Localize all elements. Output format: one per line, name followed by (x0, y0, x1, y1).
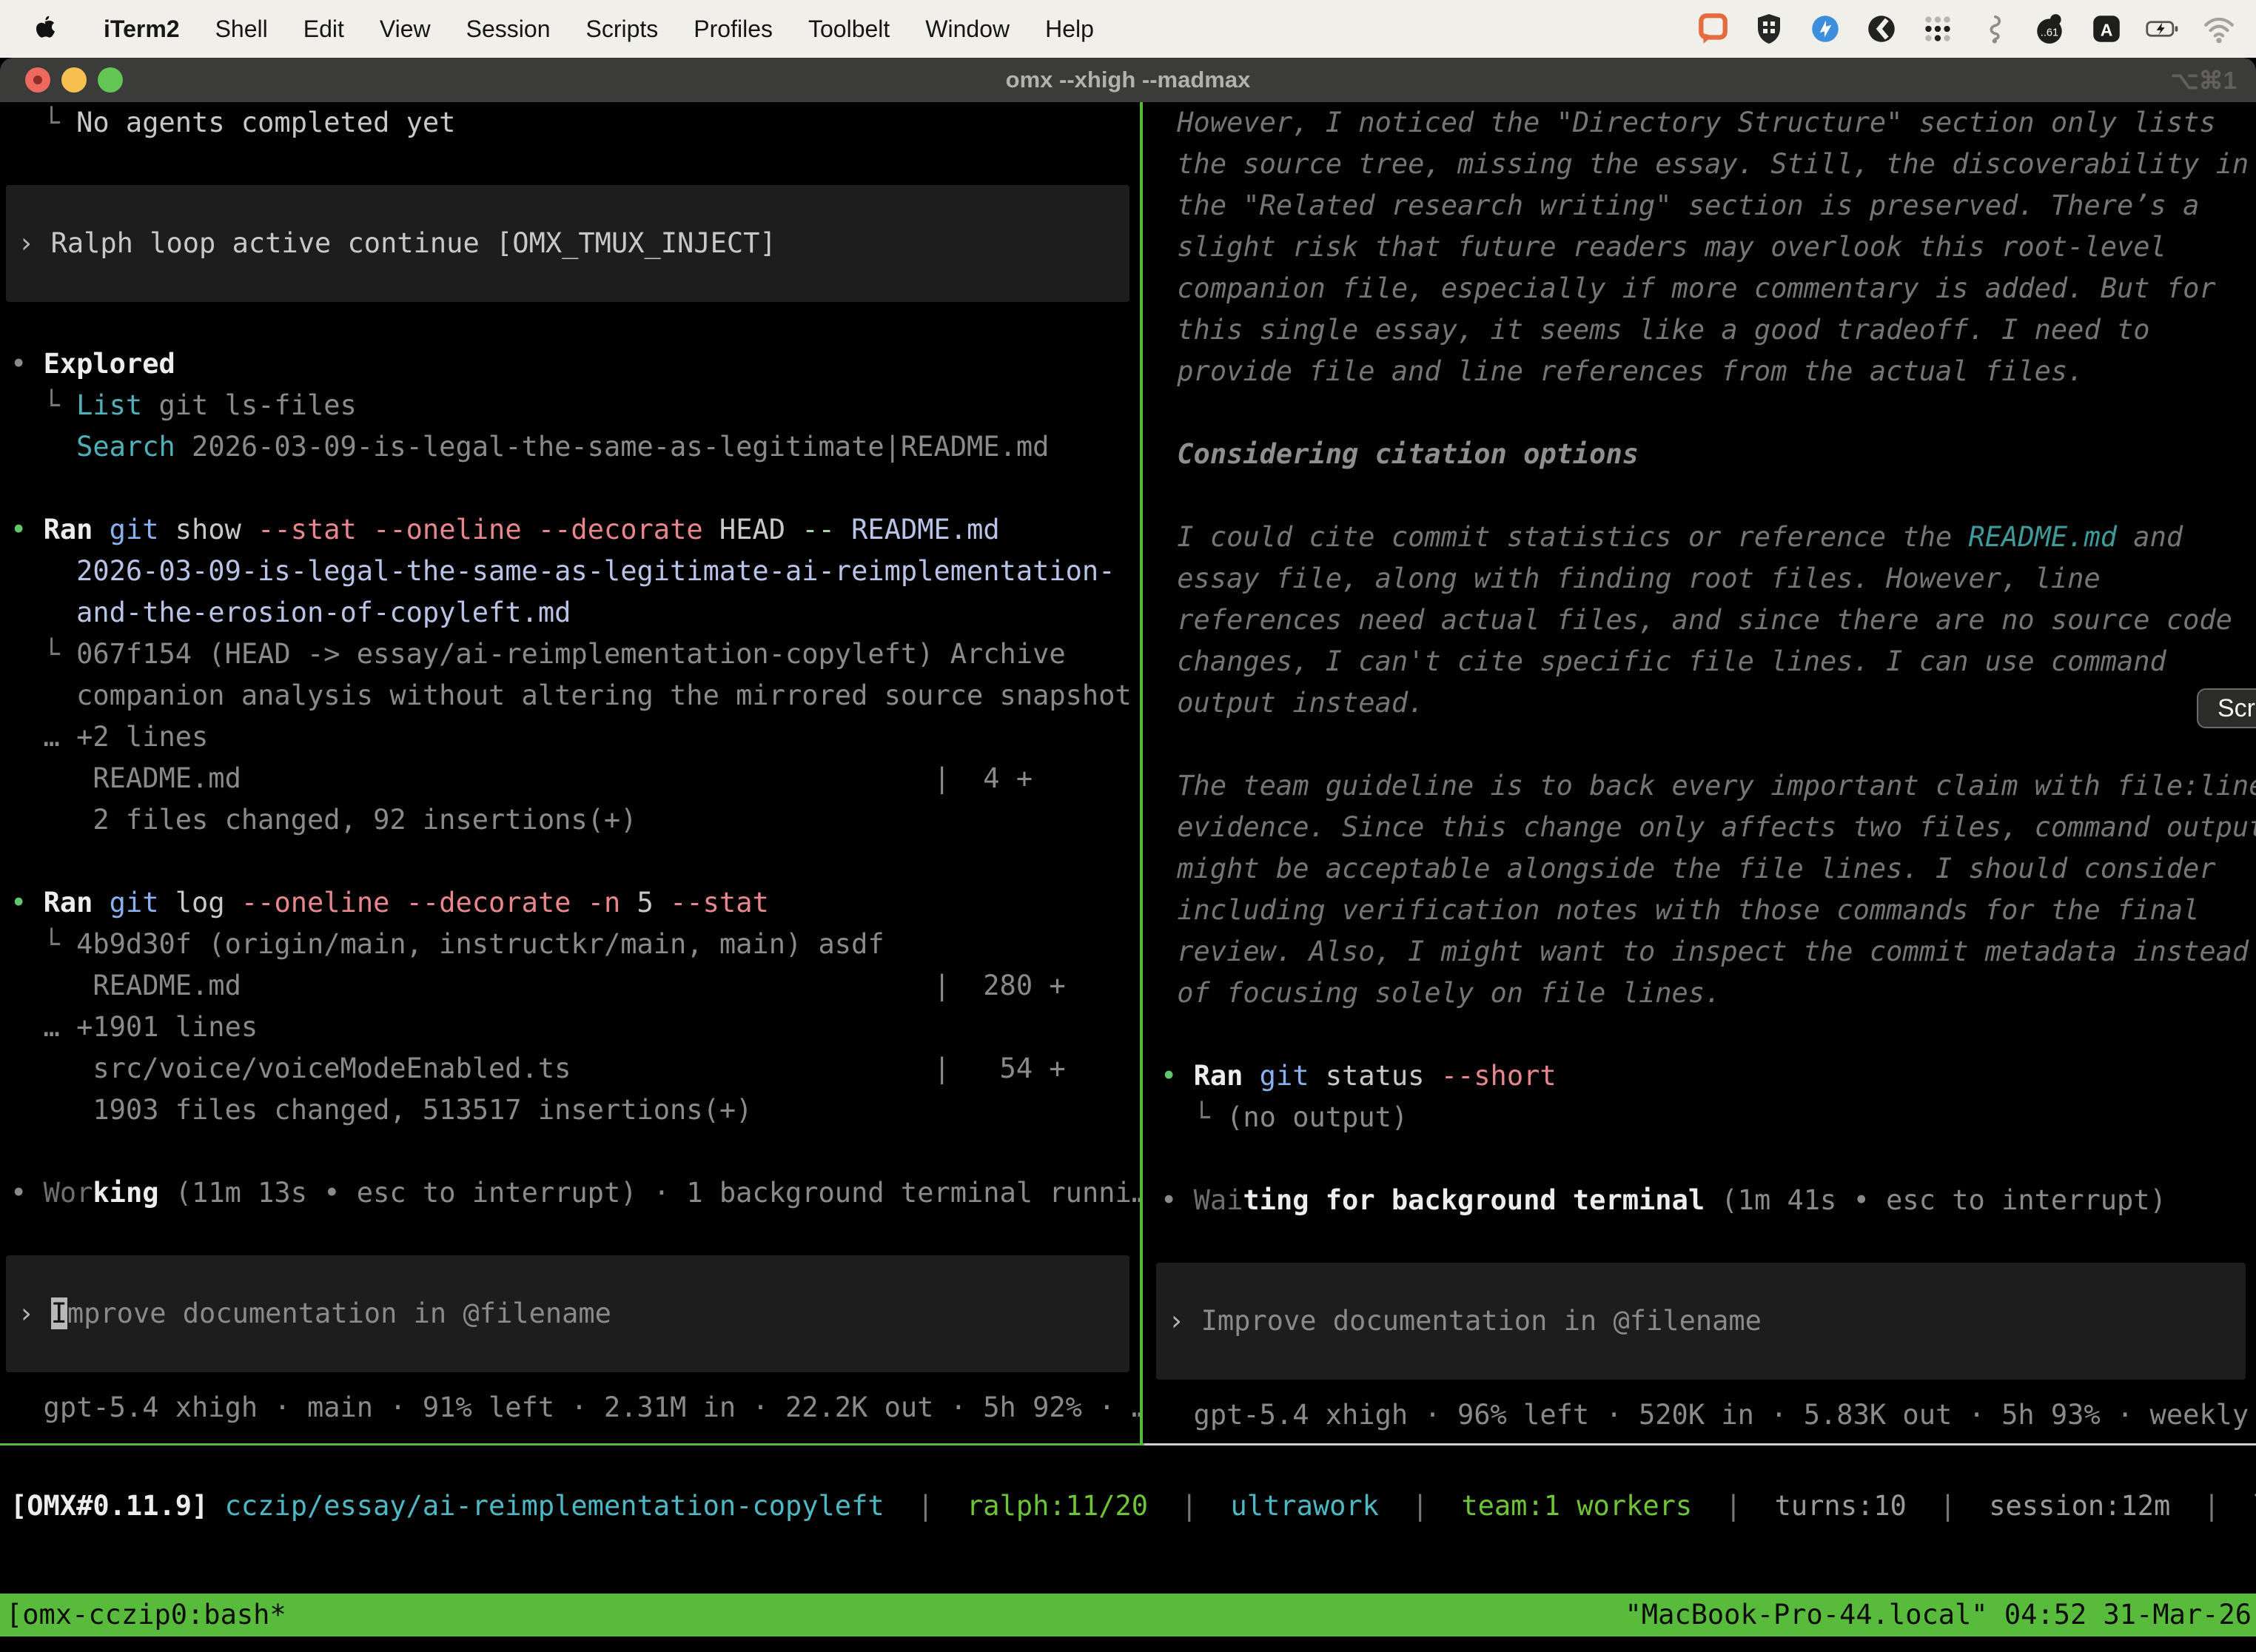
terminal-blank-line (10, 302, 1140, 343)
apple-icon[interactable] (33, 15, 56, 43)
terminal-line: └ 4b9d30f (origin/main, instructkr/main,… (10, 924, 1140, 965)
window-shortcut: ⌥⌘1 (2171, 66, 2237, 95)
terminal-line: README.md | 280 + (10, 965, 1140, 1007)
prompt-input-text: › Ralph loop active continue [OMX_TMUX_I… (18, 223, 776, 264)
chat-app-icon[interactable] (1695, 11, 1730, 47)
kaleidoscope-icon[interactable] (1864, 11, 1899, 47)
screen-popup[interactable]: Scre (2197, 688, 2256, 728)
terminal-line: The team guideline is to back every impo… (1161, 765, 2256, 807)
terminal-pane-right[interactable]: However, I noticed the "Directory Struct… (1144, 102, 2256, 1443)
menu-item-view[interactable]: View (362, 16, 449, 43)
prompt-input[interactable]: › Ralph loop active continue [OMX_TMUX_I… (6, 185, 1129, 302)
tmux-status-bar: [omx-cczip0:bash* "MacBook-Pro-44.local"… (0, 1594, 2256, 1636)
terminal-line: … +2 lines (10, 716, 1140, 758)
model-status-line: gpt-5.4 xhigh · main · 91% left · 2.31M … (10, 1387, 1140, 1428)
terminal-line: slight risk that future readers may over… (1161, 226, 2256, 268)
terminal-blank-line (10, 1131, 1140, 1172)
terminal-line: README.md | 4 + (10, 758, 1140, 799)
terminal-blank-line (1161, 392, 2256, 434)
menu-item-toolbelt[interactable]: Toolbelt (790, 16, 907, 43)
terminal-pane-left[interactable]: └ No agents completed yet › Ralph loop ac… (0, 102, 1140, 1443)
terminal-line: the "Related research writing" section i… (1161, 185, 2256, 226)
terminal-line: review. Also, I might want to inspect th… (1161, 931, 2256, 973)
menu-item-profiles[interactable]: Profiles (676, 16, 790, 43)
terminal-line: I could cite commit statistics or refere… (1161, 517, 2256, 558)
terminal-line: • Ran git log --oneline --decorate -n 5 … (10, 882, 1140, 924)
shield-grid-icon[interactable] (1751, 11, 1787, 47)
terminal-line: • Waiting for background terminal (1m 41… (1161, 1180, 2256, 1221)
terminal-blank-line (1161, 475, 2256, 517)
prompt-input[interactable]: › Improve documentation in @filename (1156, 1263, 2246, 1380)
terminal-line: 2 files changed, 92 insertions(+) (10, 799, 1140, 841)
terminal-line: └ (no output) (1161, 1097, 2256, 1138)
screen-popup-label: Scre (2218, 694, 2256, 723)
prompt-input-text: › Improve documentation in @filename (1168, 1300, 1762, 1342)
terminal-line: the source tree, missing the essay. Stil… (1161, 144, 2256, 185)
menu-items: iTerm2ShellEditViewSessionScriptsProfile… (86, 16, 1112, 43)
wifi-icon[interactable] (2201, 11, 2237, 47)
terminal-line: essay file, along with finding root file… (1161, 558, 2256, 600)
terminal-line: and-the-erosion-of-copyleft.md (10, 592, 1140, 634)
battery-icon[interactable] (2145, 11, 2181, 47)
terminal-line: • Ran git show --stat --oneline --decora… (10, 509, 1140, 551)
terminal-line: Considering citation options (1161, 434, 2256, 475)
menu-bar: iTerm2ShellEditViewSessionScriptsProfile… (0, 0, 2256, 58)
screen: iTerm2ShellEditViewSessionScriptsProfile… (0, 0, 2256, 1652)
pane-divider-vertical[interactable] (1140, 102, 1143, 1443)
svg-text:A: A (2101, 20, 2113, 39)
terminal-line: changes, I can't cite specific file line… (1161, 641, 2256, 682)
terminal-line: companion file, especially if more comme… (1161, 268, 2256, 309)
terminal-line: output instead. (1161, 682, 2256, 724)
pane-border-bottom-left (0, 1443, 1144, 1446)
terminal-line: provide file and line references from th… (1161, 351, 2256, 392)
pane-border-bottom-right (1144, 1443, 2256, 1446)
tmux-session-name[interactable]: [omx-cczip0:bash* (6, 1594, 286, 1636)
terminal-blank-line (1161, 1014, 2256, 1055)
terminal-line: Search 2026-03-09-is-legal-the-same-as-l… (10, 426, 1140, 468)
terminal-blank-line (10, 841, 1140, 882)
terminal-line: references need actual files, and since … (1161, 600, 2256, 641)
terminal-line: 1903 files changed, 513517 insertions(+) (10, 1089, 1140, 1131)
terminal-line: … +1901 lines (10, 1007, 1140, 1048)
menu-item-edit[interactable]: Edit (286, 16, 362, 43)
prompt-input-text: › Improve documentation in @filename (18, 1293, 611, 1334)
menu-item-shell[interactable]: Shell (198, 16, 286, 43)
terminal-line: evidence. Since this change only affects… (1161, 807, 2256, 848)
omx-status-line: [OMX#0.11.9] cczip/essay/ai-reimplementa… (0, 1485, 2256, 1527)
terminal-line: might be acceptable alongside the file l… (1161, 848, 2256, 890)
terminal-blank-line (1161, 724, 2256, 765)
menu-item-help[interactable]: Help (1027, 16, 1112, 43)
terminal-line: of focusing solely on file lines. (1161, 973, 2256, 1014)
menu-item-scripts[interactable]: Scripts (568, 16, 676, 43)
terminal-line: • Explored (10, 343, 1140, 385)
terminal-line: src/voice/voiceModeEnabled.ts | 54 + (10, 1048, 1140, 1089)
window-title: omx --xhigh --madmax (0, 67, 2256, 93)
terminal-line: └ List git ls-files (10, 385, 1140, 426)
dots-grid-icon[interactable] (1920, 11, 1955, 47)
terminal-line: └ 067f154 (HEAD -> essay/ai-reimplementa… (10, 634, 1140, 675)
a-key-icon[interactable]: A (2089, 11, 2124, 47)
menu-item-iterm2[interactable]: iTerm2 (86, 16, 198, 43)
terminal-blank-line (1161, 1138, 2256, 1180)
menu-status-icons: ..61 A (1695, 11, 2237, 47)
svg-text:..61: ..61 (2041, 27, 2058, 38)
terminal-line: this single essay, it seems like a good … (1161, 309, 2256, 351)
terminal-line: • Working (11m 13s • esc to interrupt) ·… (10, 1172, 1140, 1214)
timer-badge-icon[interactable]: ..61 (2032, 11, 2068, 47)
terminal-line: including verification notes with those … (1161, 890, 2256, 931)
model-status-line: gpt-5.4 xhigh · 96% left · 520K in · 5.8… (1161, 1394, 2256, 1436)
menu-item-session[interactable]: Session (449, 16, 568, 43)
terminal-line: • Ran git status --short (1161, 1055, 2256, 1097)
terminal-line: 2026-03-09-is-legal-the-same-as-legitima… (10, 551, 1140, 592)
terminal-line: However, I noticed the "Directory Struct… (1161, 102, 2256, 144)
terminal-line: └ No agents completed yet (10, 102, 1140, 144)
blue-badge-icon[interactable] (1807, 11, 1843, 47)
terminal-blank-line (10, 468, 1140, 509)
menu-item-window[interactable]: Window (907, 16, 1027, 43)
hook-icon[interactable] (1976, 11, 2012, 47)
tmux-host-clock: "MacBook-Pro-44.local" 04:52 31-Mar-26 (1625, 1594, 2252, 1636)
window-title-bar[interactable]: omx --xhigh --madmax ⌥⌘1 (0, 58, 2256, 102)
terminal-line: companion analysis without altering the … (10, 675, 1140, 716)
prompt-input[interactable]: › Improve documentation in @filename (6, 1255, 1129, 1372)
